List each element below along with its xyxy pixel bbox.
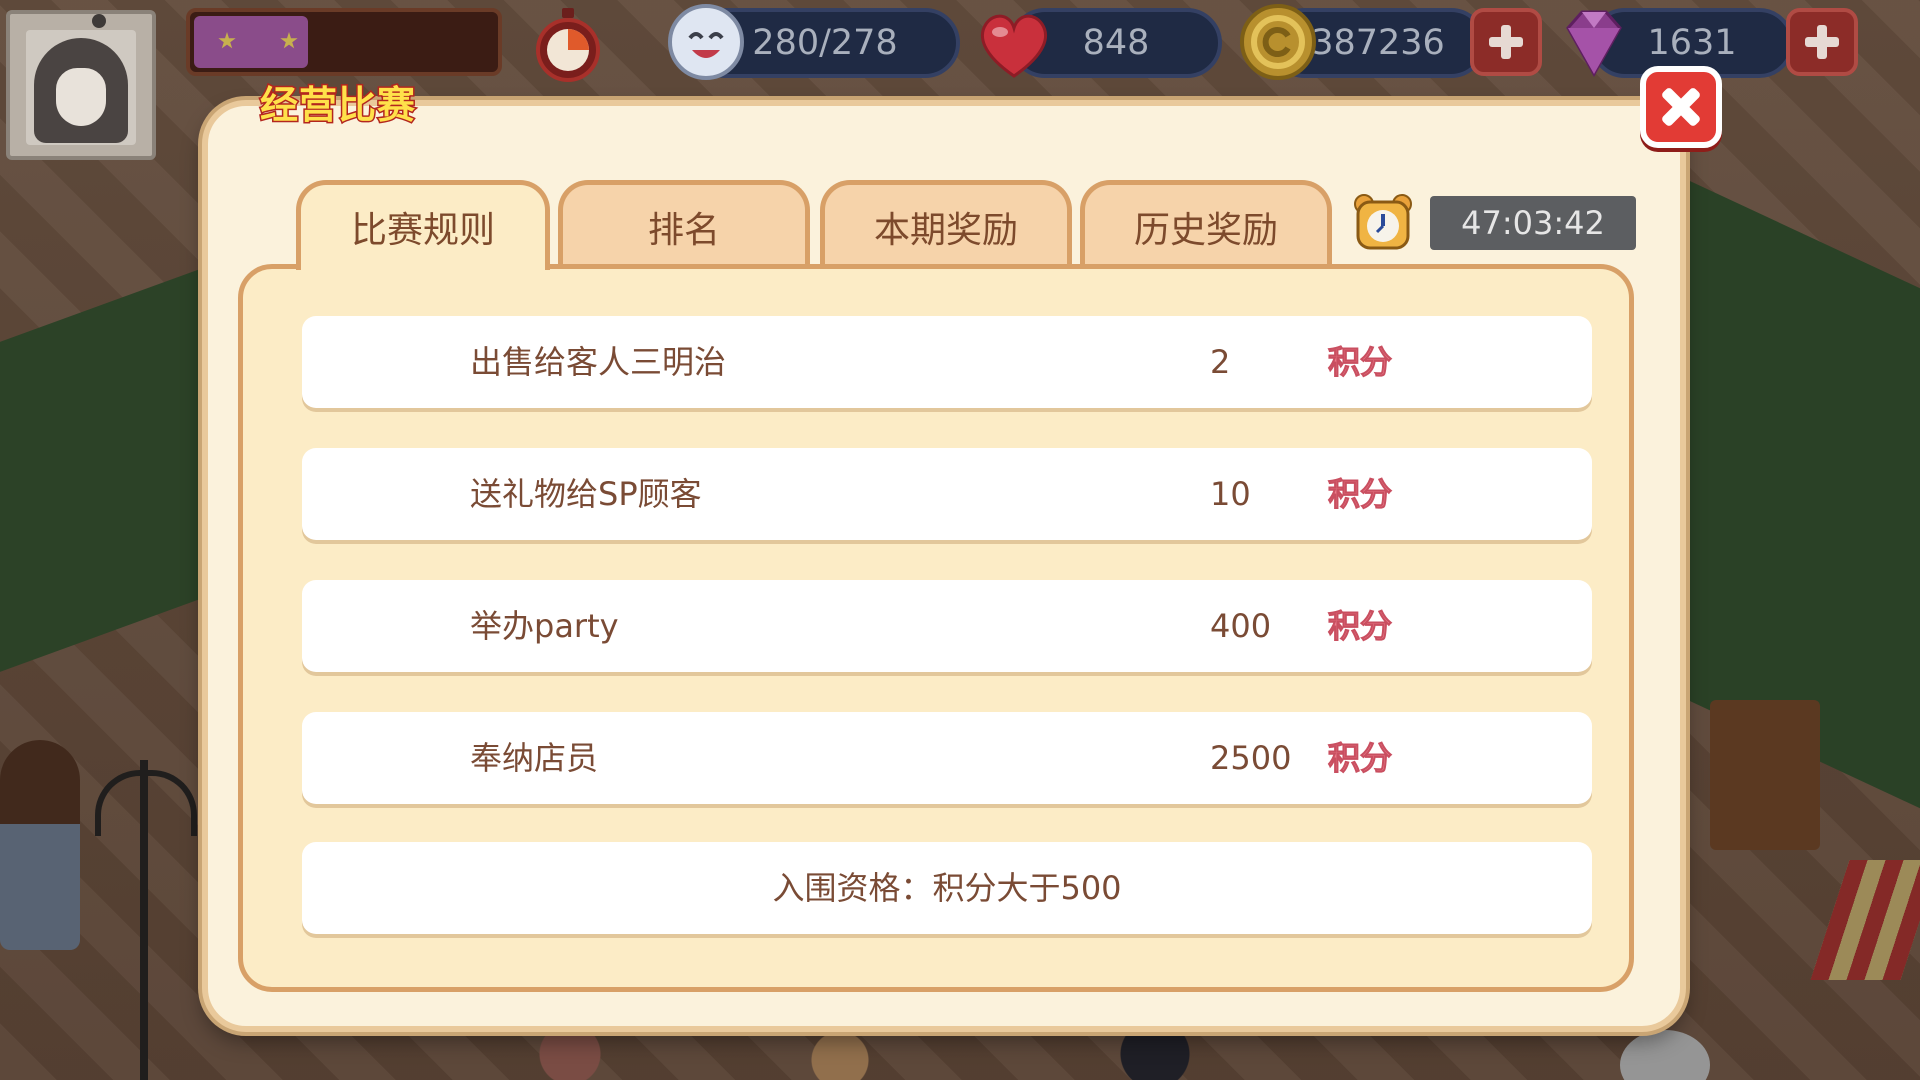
qualification-requirement: 入围资格：积分大于500 [302, 842, 1592, 934]
add-gems-button[interactable] [1786, 8, 1858, 76]
coin-icon [1240, 4, 1316, 80]
tab-current-rewards[interactable]: 本期奖励 [820, 180, 1072, 266]
stopwatch-icon[interactable] [532, 6, 604, 84]
player-avatar[interactable] [6, 10, 156, 160]
gem-icon [1566, 10, 1622, 78]
close-button[interactable] [1640, 66, 1722, 148]
tab-history-rewards[interactable]: 历史奖励 [1080, 180, 1332, 266]
star-icon [218, 32, 236, 49]
rule-row: 举办party 400 积分 [302, 580, 1592, 672]
rule-points: 2500 [1210, 739, 1292, 777]
rule-points-unit: 积分 [1327, 739, 1393, 778]
rule-name: 奉纳店员 [470, 739, 599, 777]
countdown-timer: 47:03:42 [1430, 196, 1636, 250]
dialog-title: 经营比赛 [258, 82, 417, 129]
rule-points-unit: 积分 [1327, 607, 1393, 646]
rule-points-unit: 积分 [1327, 343, 1393, 382]
avatar-pin-icon [92, 14, 106, 28]
tab-rules[interactable]: 比赛规则 [296, 180, 550, 270]
avatar-portrait [26, 30, 136, 145]
rule-name: 送礼物给SP顾客 [470, 475, 702, 513]
star-icon [280, 32, 298, 49]
rule-name: 出售给客人三明治 [470, 343, 727, 381]
avatar-face [56, 68, 106, 126]
rule-points: 400 [1210, 607, 1272, 645]
tab-ranking[interactable]: 排名 [558, 180, 810, 266]
level-progress-bar [186, 8, 502, 76]
level-progress-fill [194, 16, 308, 68]
rule-points: 10 [1210, 475, 1251, 513]
rule-row: 送礼物给SP顾客 10 积分 [302, 448, 1592, 540]
add-coins-button[interactable] [1470, 8, 1542, 76]
rule-row: 奉纳店员 2500 积分 [302, 712, 1592, 804]
alarm-clock-icon [1354, 194, 1412, 250]
rule-name: 举办party [470, 607, 619, 645]
rule-row: 出售给客人三明治 2 积分 [302, 316, 1592, 408]
game-screen: 280/278 848 387236 1631 经营比赛 比赛规则 排名 本期奖… [0, 0, 1920, 1080]
rule-points: 2 [1210, 343, 1231, 381]
smiley-energy-icon [668, 4, 744, 80]
heart-icon [981, 14, 1047, 78]
rule-points-unit: 积分 [1327, 475, 1393, 514]
